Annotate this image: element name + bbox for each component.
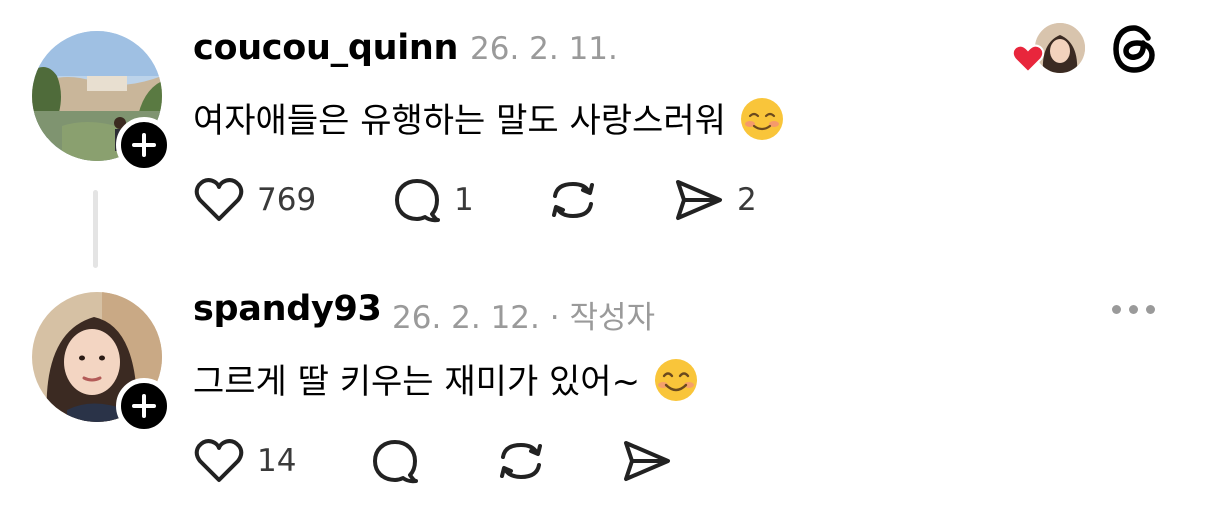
comment-icon xyxy=(373,440,418,484)
like-count: 14 xyxy=(257,443,297,479)
post-2: spandy93 26. 2. 12. · 작성자 그르게 딸 키우는 재미가 … xyxy=(0,0,1206,512)
post-date: 26. 2. 12. xyxy=(392,300,540,336)
repost-button[interactable] xyxy=(495,437,547,485)
heart-icon xyxy=(194,439,244,482)
like-button[interactable]: 14 xyxy=(193,437,296,485)
post-meta: 26. 2. 12. · 작성자 xyxy=(392,292,655,337)
post-text-content: 그르게 딸 키우는 재미가 있어~ xyxy=(193,362,641,402)
smiling-emoji-icon xyxy=(654,359,697,401)
post-text: 그르게 딸 키우는 재미가 있어~ xyxy=(193,354,699,403)
reply-button[interactable] xyxy=(370,437,420,485)
username[interactable]: spandy93 xyxy=(193,289,382,329)
more-icon xyxy=(1112,305,1121,314)
follow-button[interactable] xyxy=(116,378,172,434)
repost-icon xyxy=(500,442,542,480)
send-icon xyxy=(624,441,670,481)
share-button[interactable] xyxy=(621,437,673,485)
more-button[interactable] xyxy=(1112,305,1155,314)
author-tag: · 작성자 xyxy=(549,300,656,336)
